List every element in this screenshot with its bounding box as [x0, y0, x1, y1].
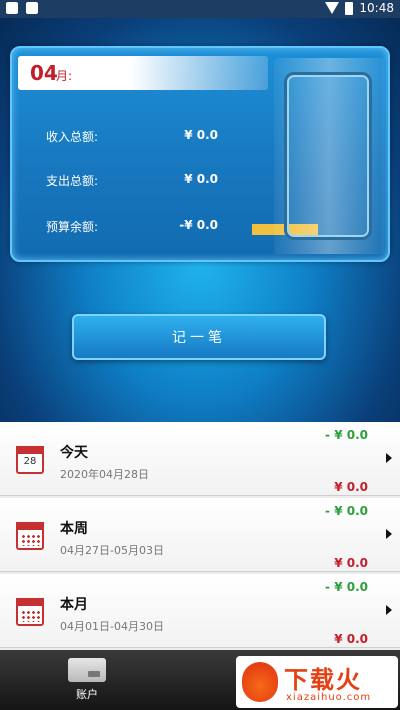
watermark: 下载火 xiazaihuo.com: [236, 656, 398, 708]
month-unit: 月:: [56, 69, 73, 83]
period-title: 本周: [60, 521, 88, 537]
app-icon: [26, 2, 38, 14]
summary-section: 04 月: 收入总额: ¥ 0.0 支出总额: ¥ 0.0 预算余额: -¥ 0…: [0, 18, 400, 422]
chevron-right-icon: [386, 529, 392, 539]
watermark-title: 下载火: [284, 666, 362, 694]
notification-icon: [6, 2, 18, 14]
period-expense: - ¥ 0.0: [325, 580, 368, 594]
month-number: 04: [30, 61, 58, 85]
period-range: 2020年04月28日: [60, 468, 149, 481]
list-item-today[interactable]: 28 今天 2020年04月28日 - ¥ 0.0 ¥ 0.0: [0, 422, 400, 496]
flame-logo-icon: [242, 662, 278, 702]
list-item-week[interactable]: 本周 04月27日-05月03日 - ¥ 0.0 ¥ 0.0: [0, 498, 400, 572]
calendar-day: 28: [23, 456, 37, 467]
period-expense: - ¥ 0.0: [325, 428, 368, 442]
status-time: 10:48: [359, 1, 394, 15]
budget-balance-value: -¥ 0.0: [179, 218, 218, 232]
battery-icon: [345, 1, 354, 15]
calendar-icon: [16, 598, 44, 626]
status-bar: 10:48: [0, 0, 400, 18]
income-total-value: ¥ 0.0: [184, 128, 218, 142]
period-expense: - ¥ 0.0: [325, 504, 368, 518]
list-item-month[interactable]: 本月 04月01日-04月30日 - ¥ 0.0 ¥ 0.0: [0, 574, 400, 648]
watermark-subtitle: xiazaihuo.com: [286, 692, 372, 703]
budget-balance-label: 预算余额:: [46, 220, 99, 234]
period-list: 28 今天 2020年04月28日 - ¥ 0.0 ¥ 0.0 本周 04月27…: [0, 422, 400, 650]
calendar-icon: 28: [16, 446, 44, 474]
expense-total-label: 支出总额:: [46, 174, 99, 188]
tab-account[interactable]: 账户: [62, 658, 112, 710]
wifi-icon: [325, 2, 340, 14]
calendar-icon: [16, 522, 44, 550]
card-decoration: [274, 58, 384, 254]
period-range: 04月01日-04月30日: [60, 620, 164, 633]
income-total-label: 收入总额:: [46, 130, 99, 144]
month-summary-card: 04 月: 收入总额: ¥ 0.0 支出总额: ¥ 0.0 预算余额: -¥ 0…: [10, 46, 390, 262]
period-income: ¥ 0.0: [334, 480, 368, 494]
bank-card-icon: [68, 658, 106, 682]
expense-total-value: ¥ 0.0: [184, 172, 218, 186]
chevron-right-icon: [386, 605, 392, 615]
period-income: ¥ 0.0: [334, 632, 368, 646]
phone-frame-icon: [284, 72, 372, 240]
record-entry-button[interactable]: 记一笔: [72, 314, 326, 360]
tab-account-label: 账户: [76, 688, 98, 701]
period-income: ¥ 0.0: [334, 556, 368, 570]
chevron-right-icon: [386, 453, 392, 463]
period-title: 今天: [60, 445, 88, 461]
period-range: 04月27日-05月03日: [60, 544, 164, 557]
period-title: 本月: [60, 597, 88, 613]
